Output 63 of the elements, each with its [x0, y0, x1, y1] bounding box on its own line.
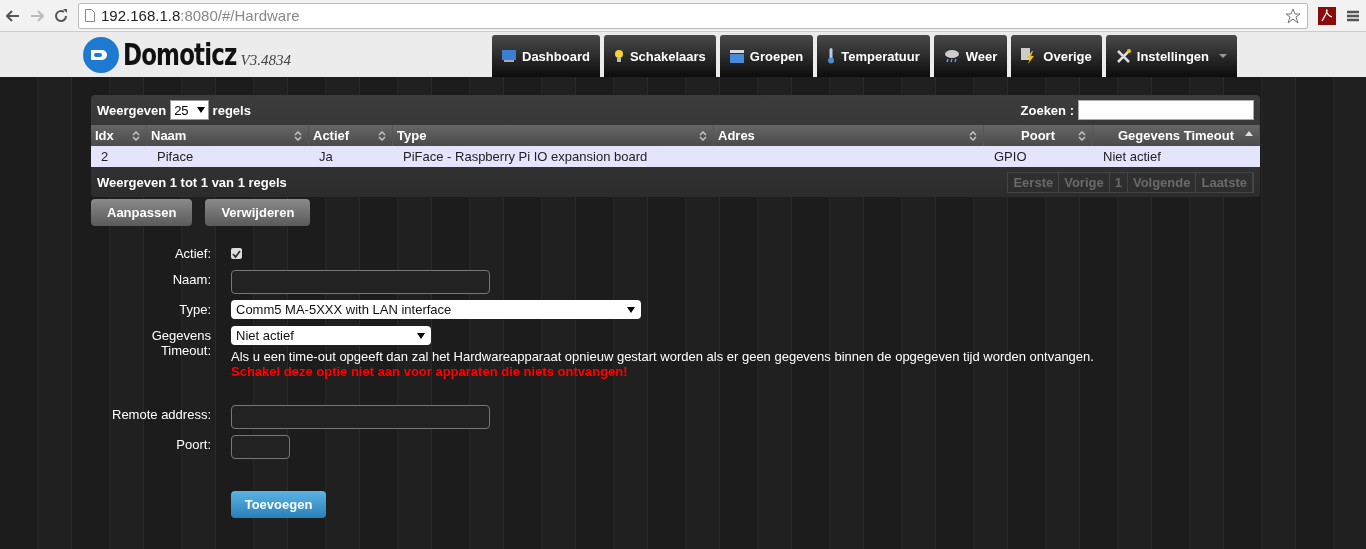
- timeout-select[interactable]: Niet actief: [231, 326, 431, 345]
- dropdown-arrow-icon: [627, 306, 635, 313]
- version-text: V3.4834: [240, 52, 291, 69]
- column-header[interactable]: Naam: [147, 125, 309, 146]
- clapperboard-icon: [729, 49, 744, 63]
- length-suffix: regels: [212, 102, 251, 118]
- field-label: Poort:: [176, 436, 211, 454]
- text-field[interactable]: [231, 405, 490, 429]
- url-host: 192.168.1.8: [101, 7, 181, 24]
- tools-icon: [1115, 48, 1131, 64]
- search-field[interactable]: [1078, 100, 1254, 120]
- star-icon[interactable]: [1285, 7, 1301, 24]
- field-label: Remote address:: [112, 406, 211, 424]
- nav-tab[interactable]: Weer: [933, 35, 1008, 77]
- text-field[interactable]: [231, 270, 490, 294]
- action-button[interactable]: Verwijderen: [205, 199, 311, 226]
- help-text: Als u een time-out opgeeft dan zal het Hardwareapparaat opnieuw gestart worden als er geen gegevens binnen de opgegeven tijd worden ontvangen.: [231, 349, 1095, 364]
- field-label: Naam:: [172, 271, 211, 289]
- table-cell: Piface: [147, 146, 309, 167]
- logo-icon: [83, 36, 119, 73]
- nav-tab[interactable]: Schakelaars: [603, 35, 716, 77]
- nav-tab[interactable]: Temperatuur: [817, 35, 930, 77]
- column-header[interactable]: Gegevens Timeout: [1093, 125, 1260, 146]
- table-cell: Niet actief: [1093, 146, 1260, 167]
- nav-tab[interactable]: Overige: [1011, 35, 1102, 77]
- length-label: Weergeven: [97, 102, 167, 118]
- table-cell: 2: [91, 146, 147, 167]
- menu-icon[interactable]: [1346, 8, 1360, 23]
- back-icon[interactable]: [6, 9, 20, 22]
- field-label: Gegevens Timeout:: [151, 327, 211, 358]
- rain-cloud-icon: [943, 49, 960, 63]
- table-cell: Ja: [309, 146, 393, 167]
- table-cell: PiFace - Raspberry Pi IO expansion board: [393, 146, 714, 167]
- nav-tab[interactable]: Instellingen: [1105, 35, 1237, 77]
- table-cell: GPIO: [984, 146, 1093, 167]
- address-bar[interactable]: 192.168.1.8:8080/#/Hardware: [78, 2, 1308, 29]
- page-icon: [85, 9, 95, 22]
- column-header[interactable]: Adres: [714, 125, 984, 146]
- logo-text: Domoticz: [123, 37, 237, 72]
- dropdown-arrow-icon: [417, 332, 425, 339]
- thermometer-icon: [827, 48, 836, 64]
- column-header[interactable]: Idx: [91, 125, 147, 146]
- monitor-icon: [502, 50, 516, 62]
- dropdown-arrow-icon: [196, 107, 205, 113]
- nav-tab[interactable]: Groepen: [719, 35, 814, 77]
- column-header[interactable]: Type: [393, 125, 714, 146]
- reload-icon[interactable]: [54, 8, 68, 23]
- length-select[interactable]: 25: [170, 100, 209, 120]
- pdf-extension-icon[interactable]: [1318, 6, 1336, 25]
- column-header[interactable]: Actief: [309, 125, 393, 146]
- column-header[interactable]: Poort: [984, 125, 1093, 146]
- warning-text: Schakel deze optie niet aan voor apparaten die niets ontvangen!: [231, 364, 629, 379]
- action-button[interactable]: Aanpassen: [91, 199, 193, 226]
- search-label: Zoeken :: [1020, 102, 1074, 118]
- text-field[interactable]: [231, 435, 290, 459]
- lightbulb-icon: [613, 49, 624, 63]
- field-label: Actief:: [174, 245, 211, 263]
- field-label: Type:: [179, 301, 211, 319]
- url-path: :8080/#/Hardware: [180, 7, 300, 24]
- type-select[interactable]: Comm5 MA-5XXX with LAN interface: [231, 300, 641, 319]
- table-info: Weergeven 1 tot 1 van 1 regels: [97, 174, 287, 190]
- nav-tab[interactable]: Dashboard: [492, 35, 600, 77]
- checkbox[interactable]: [231, 248, 242, 259]
